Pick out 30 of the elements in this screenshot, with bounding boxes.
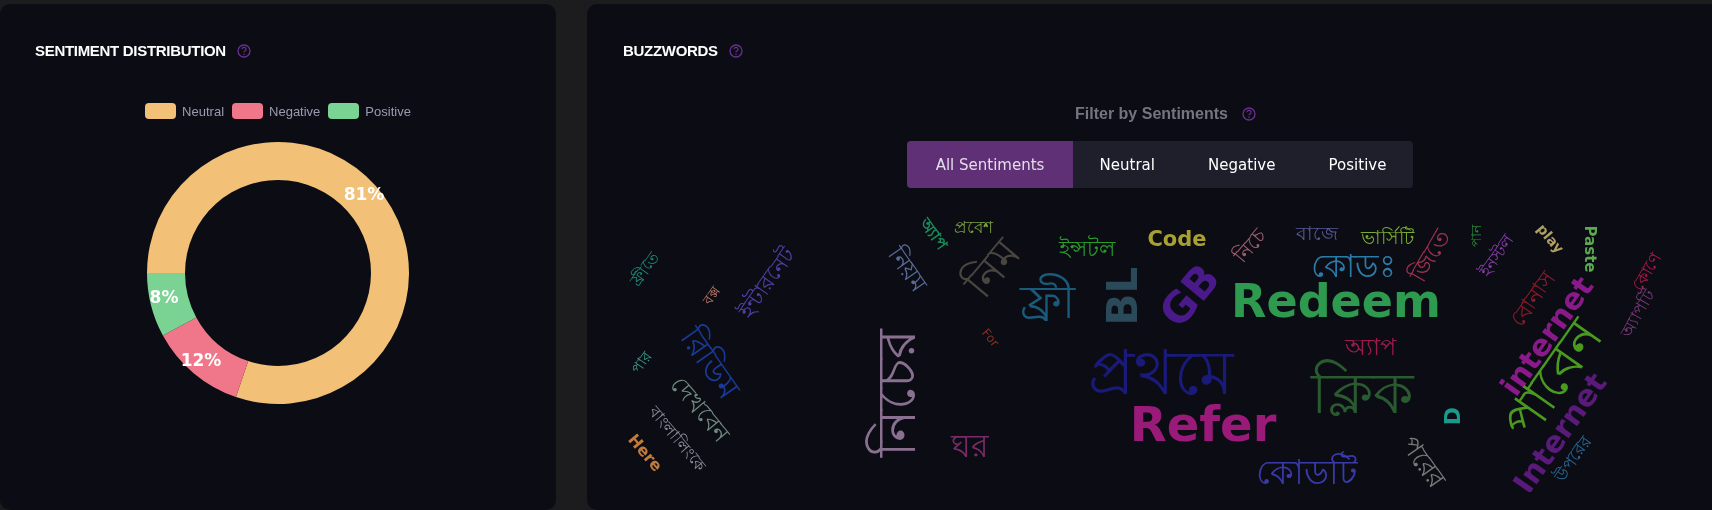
buzzword[interactable]: বক্স <box>698 282 726 310</box>
buzzword[interactable]: D <box>1439 404 1467 428</box>
panel-title: BUZZWORDS <box>623 42 718 59</box>
legend-label[interactable]: Neutral <box>182 103 225 119</box>
donut-slice[interactable] <box>147 273 197 336</box>
buzzword[interactable]: Paste <box>1580 224 1600 274</box>
filter-tab[interactable]: Neutral <box>1073 141 1182 188</box>
slice-label: 8% <box>149 287 179 307</box>
buzzword[interactable]: বাজে <box>1294 222 1340 246</box>
filter-tab[interactable]: All Sentiments <box>907 141 1073 188</box>
legend-label[interactable]: Negative <box>269 103 321 119</box>
legend-swatch[interactable] <box>145 103 177 119</box>
filter-tab[interactable]: Negative <box>1181 141 1302 188</box>
panel-title: SENTIMENT DISTRIBUTION <box>35 42 226 59</box>
buzzword[interactable]: নিচের <box>863 323 931 463</box>
filter-label: Filter by Sentiments <box>1075 105 1228 123</box>
buzzword[interactable]: ইন্সটল <box>1056 235 1118 263</box>
buzzword[interactable]: প্রবেশ <box>951 217 995 239</box>
buzzword[interactable]: ফ্রী <box>1014 274 1080 332</box>
buzzword[interactable]: For <box>977 325 1003 351</box>
donut-slice[interactable] <box>147 142 409 404</box>
buzzword[interactable]: Code <box>1145 225 1209 253</box>
slice-label: 12% <box>180 350 222 370</box>
legend-swatch[interactable] <box>328 103 360 119</box>
slice-label: 81% <box>343 184 385 204</box>
legend-label[interactable]: Positive <box>365 103 411 119</box>
filter-tab[interactable]: Positive <box>1302 141 1413 188</box>
buzzword[interactable]: পার <box>627 347 657 379</box>
donut-slice[interactable] <box>162 317 249 398</box>
legend-swatch[interactable] <box>232 103 264 119</box>
